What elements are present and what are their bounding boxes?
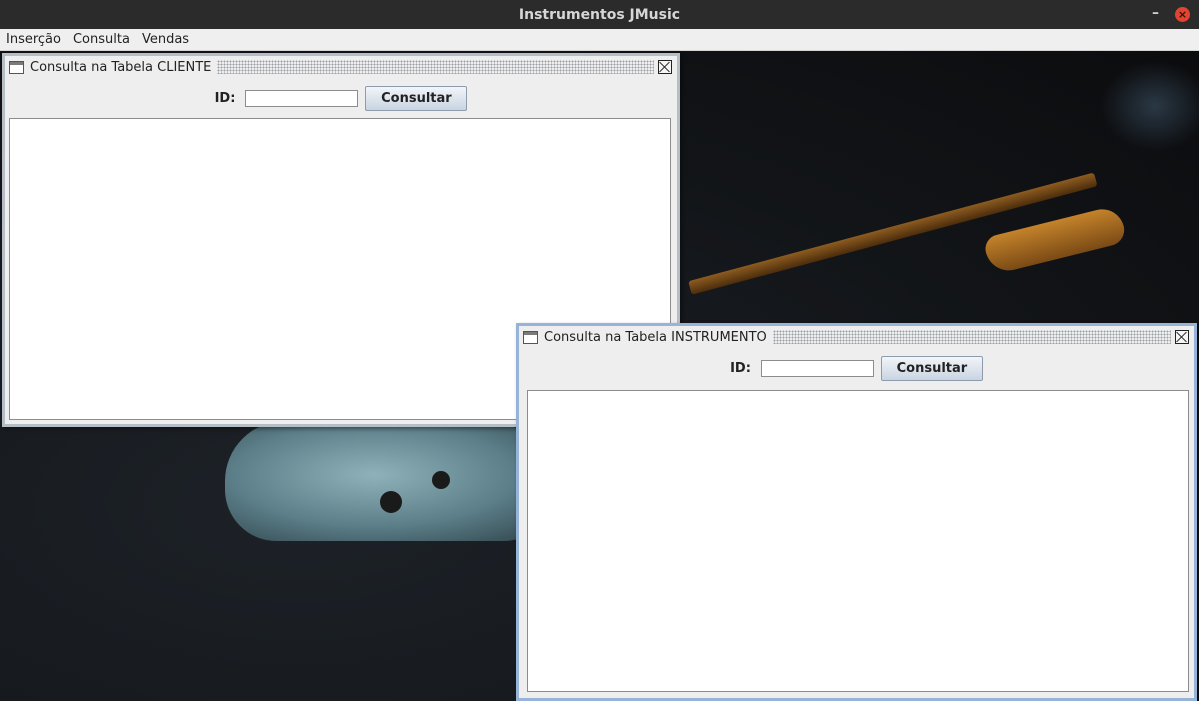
menu-vendas[interactable]: Vendas (136, 32, 195, 47)
instrumento-id-label: ID: (730, 360, 751, 376)
titlebar-grip (217, 60, 654, 74)
cliente-consultar-button[interactable]: Consultar (365, 85, 468, 111)
close-icon[interactable] (1175, 330, 1189, 344)
cliente-frame-titlebar[interactable]: Consulta na Tabela CLIENTE (5, 56, 677, 78)
close-icon[interactable] (658, 60, 672, 74)
instrumento-search-row: ID: Consultar (519, 354, 1194, 382)
instrumento-query-frame: Consulta na Tabela INSTRUMENTO ID: Consu… (516, 323, 1197, 701)
cliente-id-label: ID: (214, 90, 236, 106)
cliente-frame-title: Consulta na Tabela CLIENTE (30, 59, 212, 75)
menu-bar: Inserção Consulta Vendas (0, 29, 1199, 51)
cliente-id-input[interactable] (245, 89, 359, 107)
instrumento-id-input[interactable] (760, 359, 874, 377)
guitar-knob-image (380, 491, 402, 513)
window-titlebar: Instrumentos JMusic – × (0, 0, 1199, 29)
instrumento-frame-title: Consulta na Tabela INSTRUMENTO (544, 329, 767, 345)
frame-icon (523, 330, 538, 344)
cliente-search-row: ID: Consultar (5, 84, 677, 112)
guitar-headstock-image (982, 204, 1128, 276)
instrumento-result-area[interactable] (527, 390, 1189, 692)
menu-consulta[interactable]: Consulta (67, 32, 136, 47)
frame-icon (9, 60, 24, 74)
menu-insercao[interactable]: Inserção (0, 32, 67, 47)
guitar-body-image (225, 421, 555, 541)
close-icon[interactable]: × (1175, 7, 1190, 22)
titlebar-grip (772, 330, 1171, 344)
instrumento-frame-titlebar[interactable]: Consulta na Tabela INSTRUMENTO (519, 326, 1194, 348)
background-light-glow (1100, 61, 1199, 151)
instrumento-consultar-button[interactable]: Consultar (880, 355, 983, 381)
window-title: Instrumentos JMusic (518, 6, 681, 23)
guitar-knob-image (432, 471, 450, 489)
minimize-icon[interactable]: – (1152, 5, 1159, 21)
